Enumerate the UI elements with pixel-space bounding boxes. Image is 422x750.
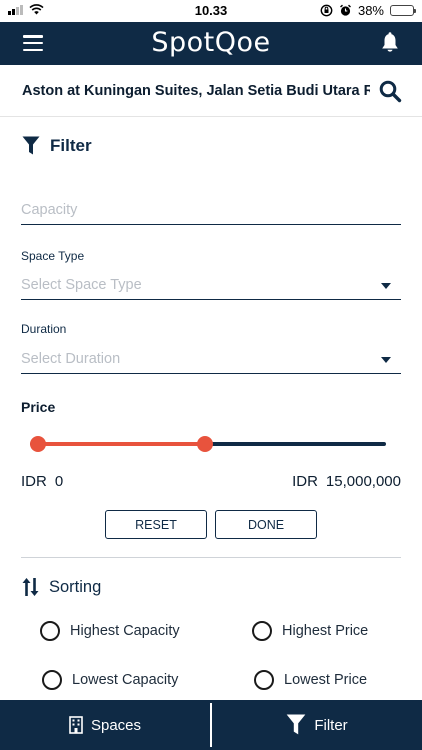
done-button[interactable]: DONE <box>215 510 317 539</box>
sort-option-label: Lowest Price <box>284 672 368 688</box>
price-range-slider[interactable] <box>30 434 386 454</box>
duration-placeholder: Select Duration <box>21 351 121 367</box>
capacity-input[interactable] <box>21 202 401 224</box>
price-max-currency: IDR <box>292 473 318 490</box>
radio-icon[interactable] <box>254 670 274 690</box>
funnel-icon <box>22 136 40 155</box>
caret-down-icon <box>381 283 391 289</box>
brand-logo: SpotQoe <box>151 27 271 58</box>
price-label: Price <box>21 399 56 415</box>
slider-selected-range <box>38 442 205 446</box>
alarm-icon <box>340 4 351 16</box>
duration-select[interactable]: Select Duration <box>21 351 401 374</box>
filter-heading: Filter <box>22 136 92 156</box>
radio-icon[interactable] <box>40 621 60 641</box>
price-min-value: 0 <box>54 473 64 490</box>
sort-arrows-icon <box>22 578 39 596</box>
duration-label: Duration <box>21 322 67 336</box>
divider <box>21 557 401 558</box>
tab-filter[interactable]: Filter <box>212 700 422 750</box>
slider-max-handle[interactable] <box>196 436 213 452</box>
status-right: 38% <box>320 3 416 18</box>
sorting-title: Sorting <box>49 577 102 596</box>
capacity-field[interactable] <box>21 201 401 225</box>
price-min-currency: IDR <box>21 473 47 490</box>
sort-option-highest-price[interactable]: Highest Price <box>252 621 368 641</box>
radio-icon[interactable] <box>42 670 62 690</box>
sort-option-highest-capacity[interactable]: Highest Capacity <box>40 621 180 641</box>
reset-button[interactable]: RESET <box>105 510 207 539</box>
space-type-placeholder: Select Space Type <box>21 277 142 293</box>
sort-option-label: Highest Capacity <box>70 623 180 639</box>
sorting-heading: Sorting <box>22 577 101 597</box>
price-max-value: 15,000,000 <box>325 473 401 490</box>
status-bar: 10.33 38% <box>0 0 422 22</box>
tab-filter-label: Filter <box>314 716 348 734</box>
space-type-select[interactable]: Select Space Type <box>21 277 401 300</box>
price-max: IDR 15,000,000 <box>292 473 401 490</box>
radio-icon[interactable] <box>252 621 272 641</box>
caret-down-icon <box>381 357 391 363</box>
funnel-icon <box>286 714 306 735</box>
tab-spaces-label: Spaces <box>90 716 142 734</box>
location-search-bar[interactable]: Aston at Kuningan Suites, Jalan Setia Bu… <box>0 65 422 117</box>
filter-title: Filter <box>50 136 92 155</box>
search-icon[interactable] <box>378 79 402 103</box>
hamburger-icon[interactable] <box>23 35 43 51</box>
rotation-lock-icon <box>320 4 333 17</box>
location-text[interactable]: Aston at Kuningan Suites, Jalan Setia Bu… <box>22 83 370 99</box>
sort-option-lowest-price[interactable]: Lowest Price <box>254 670 367 690</box>
sort-option-lowest-capacity[interactable]: Lowest Capacity <box>42 670 178 690</box>
slider-min-handle[interactable] <box>30 436 46 452</box>
bell-icon[interactable] <box>378 31 402 55</box>
space-type-label: Space Type <box>21 249 85 263</box>
bottom-tab-bar: Spaces Filter <box>0 700 422 750</box>
sort-option-label: Highest Price <box>282 623 369 639</box>
price-min: IDR 0 <box>21 473 63 490</box>
battery-percent: 38% <box>357 3 384 18</box>
battery-icon <box>390 5 416 16</box>
app-header: SpotQoe <box>0 22 422 65</box>
sort-option-label: Lowest Capacity <box>72 672 179 688</box>
building-icon <box>69 716 83 734</box>
tab-spaces[interactable]: Spaces <box>0 700 210 750</box>
